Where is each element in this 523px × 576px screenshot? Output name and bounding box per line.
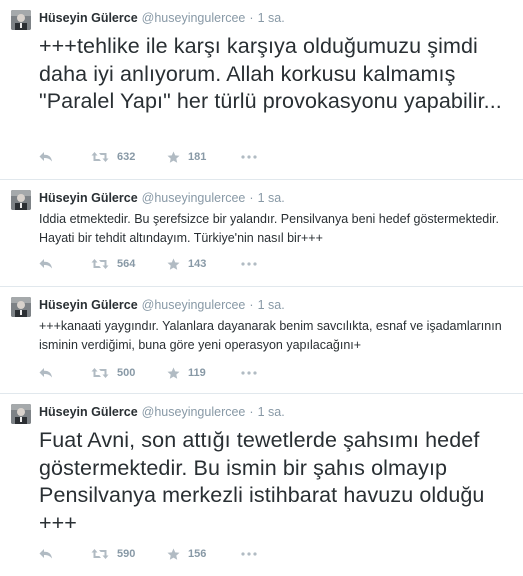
tweet-text: Iddia etmektedir. Bu şerefsizce bir yala… xyxy=(39,212,499,245)
more-button[interactable] xyxy=(241,155,261,159)
retweet-icon xyxy=(91,549,109,559)
separator-dot: · xyxy=(249,11,254,25)
avatar[interactable] xyxy=(11,10,31,30)
author-handle[interactable]: @huseyingulercee xyxy=(142,11,246,25)
more-dots-icon xyxy=(241,371,257,375)
author-name[interactable]: Hüseyin Gülerce xyxy=(39,11,138,25)
avatar[interactable] xyxy=(11,297,31,317)
more-button[interactable] xyxy=(241,262,261,266)
timestamp[interactable]: 1 sa. xyxy=(258,11,285,25)
separator-dot: · xyxy=(249,298,254,312)
tweet[interactable]: Hüseyin Gülerce @huseyingulercee · 1 sa. Id… xyxy=(0,180,523,287)
star-icon xyxy=(167,367,180,379)
retweet-button[interactable]: 500 xyxy=(91,367,167,379)
author-handle[interactable]: @huseyingulercee xyxy=(142,405,246,419)
more-button[interactable] xyxy=(241,371,261,375)
separator-dot: · xyxy=(249,405,254,419)
tweet-header: Hüseyin Gülerce @huseyingulercee · 1 sa. xyxy=(39,190,285,206)
timestamp[interactable]: 1 sa. xyxy=(258,298,285,312)
tweet-actions: 632 181 xyxy=(39,149,261,165)
separator-dot: · xyxy=(249,191,254,205)
favorite-button[interactable]: 143 xyxy=(167,258,241,271)
tweet-actions: 500 119 xyxy=(39,365,261,381)
reply-icon xyxy=(39,368,52,378)
retweet-button[interactable]: 590 xyxy=(91,548,167,560)
retweet-count: 632 xyxy=(117,151,136,163)
more-button[interactable] xyxy=(241,552,261,556)
author-handle[interactable]: @huseyingulercee xyxy=(142,191,246,205)
avatar[interactable] xyxy=(11,190,31,210)
tweet-header: Hüseyin Gülerce @huseyingulercee · 1 sa. xyxy=(39,297,285,313)
star-icon xyxy=(167,548,180,560)
reply-icon xyxy=(39,152,52,162)
retweet-icon xyxy=(91,152,109,162)
reply-icon xyxy=(39,259,52,269)
more-dots-icon xyxy=(241,552,257,556)
favorite-count: 119 xyxy=(188,367,206,379)
reply-button[interactable] xyxy=(39,151,91,163)
tweet[interactable]: Hüseyin Gülerce @huseyingulercee · 1 sa. ++… xyxy=(0,287,523,394)
timestamp[interactable]: 1 sa. xyxy=(258,191,285,205)
tweet-text: Fuat Avni, son attığı tewetlerde şahsımı… xyxy=(39,428,485,535)
author-name[interactable]: Hüseyin Gülerce xyxy=(39,191,138,205)
timestamp[interactable]: 1 sa. xyxy=(258,405,285,419)
reply-icon xyxy=(39,549,52,559)
favorite-count: 181 xyxy=(188,151,207,163)
star-icon xyxy=(167,151,180,163)
more-dots-icon xyxy=(241,262,257,266)
author-name[interactable]: Hüseyin Gülerce xyxy=(39,405,138,419)
favorite-count: 143 xyxy=(188,258,207,270)
tweet-actions: 564 143 xyxy=(39,256,261,272)
favorite-button[interactable]: 119 xyxy=(167,367,241,380)
retweet-button[interactable]: 564 xyxy=(91,258,167,270)
tweet-header: Hüseyin Gülerce @huseyingulercee · 1 sa. xyxy=(39,404,285,420)
star-icon xyxy=(167,258,180,270)
avatar[interactable] xyxy=(11,404,31,424)
tweet-text: +++kanaati yaygındır. Yalanlara dayanara… xyxy=(39,319,502,352)
tweet[interactable]: Hüseyin Gülerce @huseyingulercee · 1 sa. ++… xyxy=(0,0,523,180)
reply-button[interactable] xyxy=(39,258,91,270)
tweet-actions: 590 156 xyxy=(39,546,261,562)
retweet-count: 500 xyxy=(117,367,136,379)
reply-button[interactable] xyxy=(39,367,91,379)
more-dots-icon xyxy=(241,155,257,159)
retweet-button[interactable]: 632 xyxy=(91,151,167,163)
tweet[interactable]: Hüseyin Gülerce @huseyingulercee · 1 sa. Fu… xyxy=(0,394,523,576)
author-name[interactable]: Hüseyin Gülerce xyxy=(39,298,138,312)
favorite-button[interactable]: 156 xyxy=(167,548,241,561)
favorite-button[interactable]: 181 xyxy=(167,151,241,164)
retweet-icon xyxy=(91,259,109,269)
tweet-header: Hüseyin Gülerce @huseyingulercee · 1 sa. xyxy=(39,10,285,26)
retweet-icon xyxy=(91,368,109,378)
retweet-count: 564 xyxy=(117,258,136,270)
author-handle[interactable]: @huseyingulercee xyxy=(142,298,246,312)
reply-button[interactable] xyxy=(39,548,91,560)
tweet-text: +++tehlike ile karşı karşıya olduğumuzu … xyxy=(39,34,502,113)
retweet-count: 590 xyxy=(117,548,136,560)
favorite-count: 156 xyxy=(188,548,207,560)
